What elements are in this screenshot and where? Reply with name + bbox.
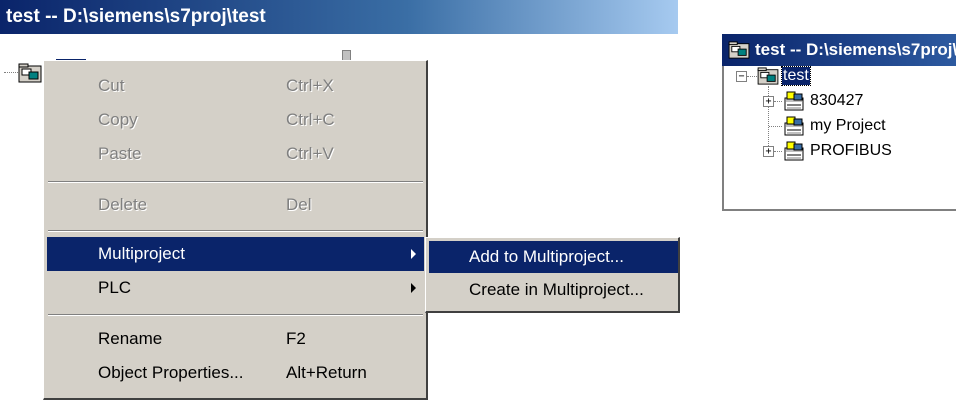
menu-item-add-to-multiproject[interactable]: Add to Multiproject...: [429, 241, 678, 273]
menu-item-rename[interactable]: Rename F2: [47, 322, 424, 356]
tree-node-my-project[interactable]: my Project: [810, 117, 886, 135]
tree-node-profibus[interactable]: PROFIBUS: [810, 142, 892, 160]
multiproject-icon: [728, 41, 750, 59]
second-window-titlebar: test -- D:\siemens\s7proj\test: [722, 34, 956, 66]
submenu-arrow-icon: [411, 283, 416, 293]
submenu-arrow-icon: [411, 249, 416, 259]
multiproject-icon[interactable]: [18, 63, 42, 83]
window-title: test -- D:\siemens\s7proj\test: [0, 0, 678, 34]
project-tree: − test + 830427 my Project + PROFIBUS: [722, 66, 956, 211]
expand-icon[interactable]: +: [763, 96, 774, 107]
multiproject-icon: [757, 67, 779, 85]
project-icon: [782, 115, 806, 137]
collapse-icon[interactable]: −: [736, 71, 747, 82]
tree-connector: [769, 126, 782, 127]
menu-item-object-properties[interactable]: Object Properties... Alt+Return: [47, 356, 424, 390]
tree-connector: [4, 72, 18, 74]
multiproject-submenu: Add to Multiproject... Create in Multipr…: [425, 237, 680, 313]
menu-item-copy: Copy Ctrl+C: [98, 110, 335, 129]
menu-item-create-in-multiproject[interactable]: Create in Multiproject...: [429, 274, 678, 306]
menu-item-multiproject[interactable]: Multiproject: [47, 237, 424, 271]
menu-item-cut: Cut Ctrl+X: [98, 76, 334, 95]
tree-connector: [774, 151, 782, 152]
menu-separator: [48, 230, 423, 232]
project-icon: [782, 140, 806, 162]
expand-icon[interactable]: +: [763, 146, 774, 157]
menu-item-plc[interactable]: PLC: [47, 271, 424, 305]
menu-separator: [48, 181, 423, 183]
tree-connector: [774, 101, 782, 102]
context-menu: Cut Ctrl+X Copy Ctrl+C Paste Ctrl+V Dele…: [43, 60, 428, 400]
tree-connector: [747, 76, 757, 77]
menu-separator: [48, 314, 423, 316]
project-icon: [782, 90, 806, 112]
menu-item-paste: Paste Ctrl+V: [98, 144, 334, 163]
menu-item-delete: Delete Del: [98, 195, 312, 214]
tree-node-root[interactable]: test: [781, 66, 811, 86]
tree-node-830427[interactable]: 830427: [810, 92, 863, 110]
window-title: test -- D:\siemens\s7proj\test: [755, 40, 956, 59]
